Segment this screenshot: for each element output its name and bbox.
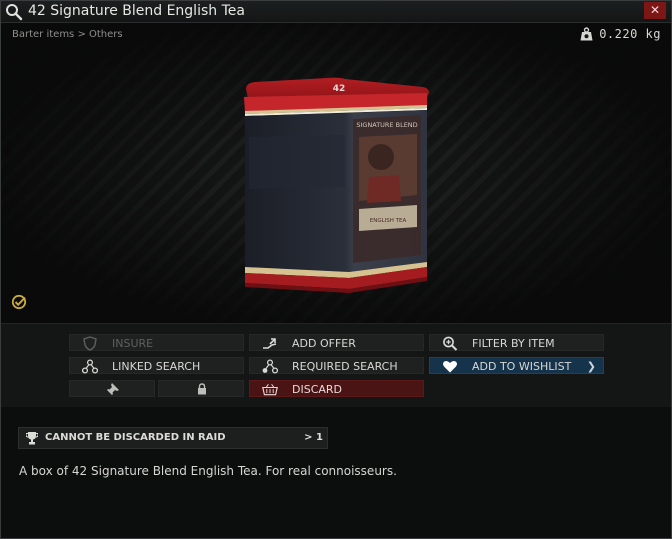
add-to-wishlist-button[interactable]: ADD TO WISHLIST ❯	[429, 357, 604, 374]
close-button[interactable]: ✕	[644, 2, 666, 19]
chevron-right-icon: ❯	[586, 360, 596, 373]
heart-icon	[443, 361, 457, 373]
add-offer-label: ADD OFFER	[292, 337, 356, 350]
lock-icon	[198, 383, 206, 395]
window-title: 42 Signature Blend English Tea	[28, 3, 245, 19]
pin-button[interactable]	[69, 380, 155, 397]
search-icon	[6, 4, 23, 21]
weight-value: 0.220 kg	[599, 27, 661, 41]
magnify-plus-icon	[443, 336, 458, 351]
linked-search-button[interactable]: LINKED SEARCH	[69, 357, 244, 374]
lock-button[interactable]	[158, 380, 244, 397]
item-inspect-window: 42 Signature Blend English Tea ✕ Barter …	[0, 0, 672, 539]
weight-icon	[580, 27, 593, 41]
item-preview-area: Barter items > Others 0.220 kg 42 SIGNAT…	[1, 23, 671, 323]
item-description: A box of 42 Signature Blend English Tea.…	[19, 464, 397, 478]
discard-restriction-label: CANNOT BE DISCARDED IN RAID	[45, 432, 226, 443]
required-search-button[interactable]: REQUIRED SEARCH	[249, 357, 424, 374]
discard-restriction-count: > 1	[304, 432, 323, 443]
filter-by-item-button[interactable]: FILTER BY ITEM	[429, 334, 604, 351]
examined-check-icon	[11, 294, 27, 310]
weight-display: 0.220 kg	[580, 27, 661, 41]
add-to-wishlist-label: ADD TO WISHLIST	[472, 360, 572, 373]
tin-lower-label: ENGLISH TEA	[370, 218, 407, 224]
tin-front-label: SIGNATURE BLEND	[356, 121, 417, 129]
action-panel: INSURE ADD OFFER FILTER BY ITEM LINKED S…	[1, 323, 671, 407]
breadcrumb[interactable]: Barter items > Others	[12, 29, 123, 40]
insure-button[interactable]: INSURE	[69, 334, 244, 351]
filter-by-item-label: FILTER BY ITEM	[472, 337, 555, 350]
offer-hand-icon	[263, 338, 277, 349]
linked-search-label: LINKED SEARCH	[112, 360, 201, 373]
shield-icon	[83, 336, 97, 351]
tea-tin-image: 42 SIGNATURE BLEND ENGLISH TEA	[244, 77, 429, 293]
required-nodes-icon	[262, 359, 278, 374]
title-bar[interactable]: 42 Signature Blend English Tea ✕	[1, 1, 671, 23]
trophy-icon	[26, 432, 38, 445]
discard-label: DISCARD	[292, 383, 343, 396]
tin-lid-label: 42	[333, 84, 346, 94]
required-search-label: REQUIRED SEARCH	[292, 360, 398, 373]
pin-icon	[107, 383, 119, 395]
insure-label: INSURE	[112, 337, 154, 350]
add-offer-button[interactable]: ADD OFFER	[249, 334, 424, 351]
discard-basket-icon	[262, 384, 278, 396]
linked-nodes-icon	[82, 359, 98, 374]
discard-restriction-badge: CANNOT BE DISCARDED IN RAID > 1	[18, 427, 328, 449]
discard-button[interactable]: DISCARD	[249, 380, 424, 397]
